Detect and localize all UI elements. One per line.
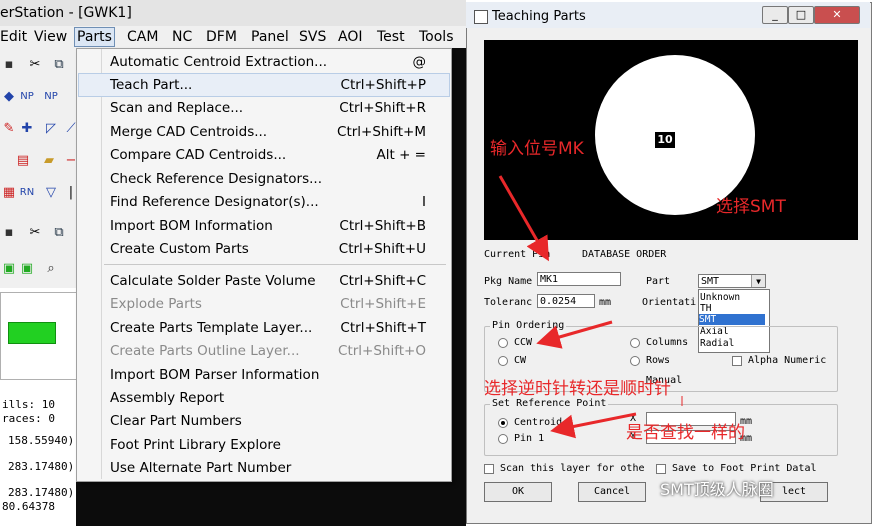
watermark-text: SMT顶级人脉圈 [660, 480, 774, 499]
arrow-to-scan-layer [550, 412, 637, 439]
arrow-to-pkg-name [498, 175, 549, 262]
annotation-arrows [498, 175, 683, 439]
arrow-to-ccw [536, 320, 613, 349]
